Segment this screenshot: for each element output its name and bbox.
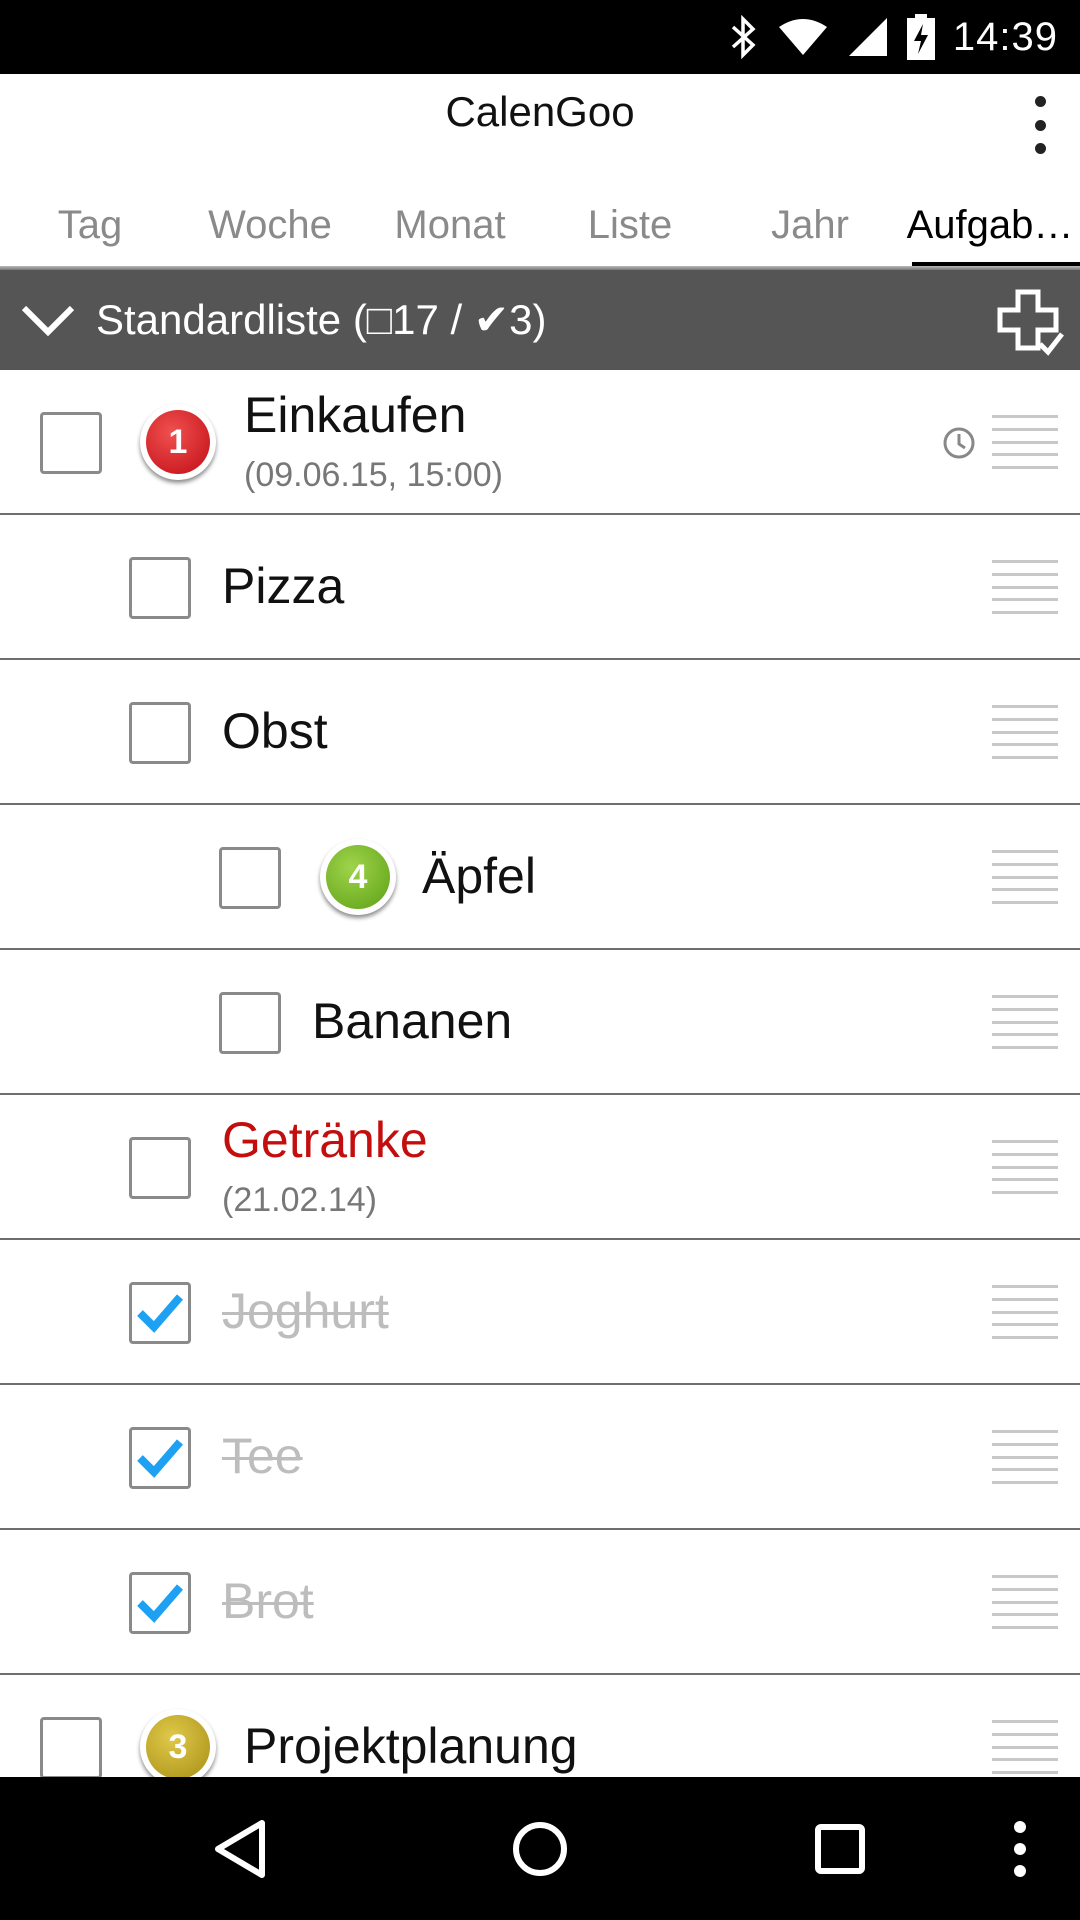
home-icon — [513, 1821, 567, 1876]
check-mark-icon — [137, 1294, 184, 1333]
task-checkbox[interactable] — [129, 702, 191, 764]
task-checkbox[interactable] — [40, 412, 102, 474]
task-title: Bananen — [312, 993, 513, 1049]
task-due-date: (21.02.14) — [222, 1181, 377, 1219]
task-checkbox[interactable] — [129, 1137, 191, 1199]
check-mark-icon — [137, 1439, 184, 1478]
task-checkbox-checked[interactable] — [129, 1282, 191, 1344]
tab-woche[interactable]: Woche — [180, 182, 360, 268]
recents-button[interactable] — [800, 1777, 880, 1920]
system-nav-bar — [0, 1777, 1080, 1920]
task-checkbox-checked[interactable] — [129, 1572, 191, 1634]
task-row[interactable]: Joghurt — [0, 1240, 1080, 1385]
tab-tag[interactable]: Tag — [0, 182, 180, 268]
task-title: Joghurt — [222, 1283, 389, 1339]
drag-handle-icon[interactable] — [992, 560, 1058, 614]
task-due-date: (09.06.15, 15:00) — [244, 456, 503, 494]
task-list-header[interactable]: Standardliste (□17 / ✔3) — [0, 270, 1080, 370]
battery-charging-icon — [906, 14, 935, 60]
drag-handle-icon[interactable] — [992, 415, 1058, 469]
drag-handle-icon[interactable] — [992, 1575, 1058, 1629]
task-row[interactable]: Getränke (21.02.14) — [0, 1095, 1080, 1240]
drag-handle-icon[interactable] — [992, 850, 1058, 904]
drag-handle-icon[interactable] — [992, 1720, 1058, 1774]
home-button[interactable] — [500, 1777, 580, 1920]
task-checkbox[interactable] — [219, 992, 281, 1054]
task-row[interactable]: Obst — [0, 660, 1080, 805]
task-title: Getränke — [222, 1112, 428, 1168]
drag-handle-icon[interactable] — [992, 1430, 1058, 1484]
task-title: Projektplanung — [244, 1718, 578, 1774]
tab-liste[interactable]: Liste — [540, 182, 720, 268]
task-row[interactable]: Tee — [0, 1385, 1080, 1530]
task-row[interactable]: Brot — [0, 1530, 1080, 1675]
task-title: Obst — [222, 703, 328, 759]
task-list-title: Standardliste (□17 / ✔3) — [96, 296, 547, 343]
task-title: Einkaufen — [244, 387, 467, 443]
drag-handle-icon[interactable] — [992, 1285, 1058, 1339]
task-list: 1 Einkaufen (09.06.15, 15:00) Pizza Obst… — [0, 370, 1080, 1777]
more-button[interactable] — [1000, 1777, 1040, 1920]
task-row[interactable]: 1 Einkaufen (09.06.15, 15:00) — [0, 370, 1080, 515]
bluetooth-icon — [731, 15, 756, 59]
cell-signal-icon — [848, 18, 887, 56]
priority-number: 4 — [326, 845, 390, 909]
priority-badge: 4 — [320, 839, 396, 915]
chevron-down-icon[interactable] — [18, 300, 78, 340]
priority-number: 1 — [146, 410, 210, 474]
wifi-icon — [778, 19, 827, 55]
task-checkbox[interactable] — [40, 1717, 102, 1777]
add-task-icon[interactable] — [994, 288, 1066, 356]
task-row[interactable]: Pizza — [0, 515, 1080, 660]
task-row[interactable]: Bananen — [0, 950, 1080, 1095]
overflow-menu-icon[interactable] — [1018, 90, 1062, 160]
reminder-clock-icon — [943, 427, 975, 459]
recents-icon — [815, 1823, 865, 1874]
view-tabs: Tag Woche Monat Liste Jahr Aufgab… — [0, 182, 1080, 270]
tab-jahr[interactable]: Jahr — [720, 182, 900, 268]
priority-badge: 1 — [140, 404, 216, 480]
back-icon — [215, 1819, 265, 1878]
priority-number: 3 — [146, 1715, 210, 1777]
task-checkbox[interactable] — [219, 847, 281, 909]
task-row[interactable]: 4 Äpfel — [0, 805, 1080, 950]
back-button[interactable] — [200, 1777, 280, 1920]
task-title: Tee — [222, 1428, 303, 1484]
task-title: Pizza — [222, 558, 345, 614]
more-icon — [1014, 1820, 1026, 1877]
app-title: CalenGoo — [445, 88, 635, 135]
drag-handle-icon[interactable] — [992, 995, 1058, 1049]
app-bar: CalenGoo Tag Woche Monat Liste Jahr Aufg… — [0, 74, 1080, 270]
drag-handle-icon[interactable] — [992, 705, 1058, 759]
tab-monat[interactable]: Monat — [360, 182, 540, 268]
task-title: Äpfel — [422, 848, 536, 904]
check-mark-icon — [137, 1584, 184, 1623]
status-bar: 14:39 — [0, 0, 1080, 74]
task-checkbox[interactable] — [129, 557, 191, 619]
task-title: Brot — [222, 1573, 314, 1629]
task-row[interactable]: 3 Projektplanung — [0, 1675, 1080, 1777]
task-checkbox-checked[interactable] — [129, 1427, 191, 1489]
status-time: 14:39 — [952, 14, 1058, 59]
tab-aufgaben[interactable]: Aufgab… — [900, 182, 1080, 270]
drag-handle-icon[interactable] — [992, 1140, 1058, 1194]
priority-badge: 3 — [140, 1709, 216, 1777]
